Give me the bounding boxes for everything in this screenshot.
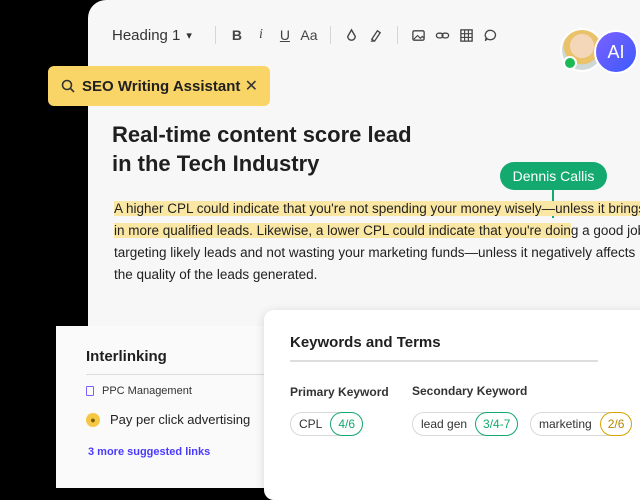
- keyword-score: 4/6: [330, 412, 364, 436]
- secondary-keyword-label: Secondary Keyword: [412, 384, 528, 398]
- toolbar-divider: [214, 26, 216, 44]
- keyword-score: 2/6: [599, 412, 633, 436]
- text-line: A higher CPL could indicate that you're …: [114, 198, 640, 220]
- lightbulb-icon: ●: [86, 412, 100, 427]
- keyword-chip[interactable]: lead gen 3/4-7: [412, 412, 519, 436]
- document-body[interactable]: A higher CPL could indicate that you're …: [114, 198, 640, 286]
- keyword-chip[interactable]: CPL 4/6: [290, 412, 364, 436]
- divider: [290, 360, 598, 362]
- body-text: g a good job: [570, 223, 640, 238]
- seo-writing-assistant-pill[interactable]: SEO Writing Assistant ✕: [48, 66, 270, 106]
- ai-avatar[interactable]: AI: [594, 30, 638, 74]
- underline-button[interactable]: U: [273, 23, 297, 47]
- chevron-down-icon: ▾: [186, 29, 192, 42]
- keyword-term: marketing: [539, 417, 592, 431]
- table-icon[interactable]: [455, 23, 479, 47]
- primary-keyword-label: Primary Keyword: [290, 385, 389, 399]
- heading-style-label: Heading 1: [112, 26, 181, 44]
- keyword-score: 3/4-7: [475, 412, 519, 436]
- link-icon[interactable]: [431, 23, 455, 47]
- interlinking-title: Interlinking: [86, 348, 167, 365]
- linked-document[interactable]: PPC Management: [86, 385, 192, 397]
- text-line: in more qualified leads. Likewise, a low…: [114, 220, 640, 242]
- highlighted-text: A higher CPL could indicate that you're …: [114, 201, 640, 216]
- text-case-button[interactable]: Aa: [297, 23, 321, 47]
- more-suggested-links-link[interactable]: 3 more suggested links: [88, 446, 210, 458]
- title-line: Real-time content score lead: [112, 122, 412, 147]
- bold-button[interactable]: B: [225, 23, 249, 47]
- keyword-term: CPL: [299, 417, 323, 431]
- keywords-card: Keywords and Terms Primary Keyword Secon…: [264, 310, 640, 500]
- image-icon[interactable]: [407, 23, 431, 47]
- formatting-toolbar: Heading 1 ▾ B i U Aa: [112, 22, 503, 48]
- collaborator-avatars: AI: [560, 26, 640, 74]
- keywords-title: Keywords and Terms: [290, 334, 441, 351]
- collaborator-cursor-label: Dennis Callis: [500, 162, 607, 190]
- heading-style-dropdown[interactable]: Heading 1 ▾: [112, 27, 192, 44]
- text-line: the quality of the leads generated.: [114, 267, 318, 282]
- highlighted-text: in more qualified leads. Likewise, a low…: [114, 223, 571, 238]
- suggested-link-label: Pay per click advertising: [110, 412, 251, 427]
- title-line: in the Tech Industry: [112, 151, 320, 176]
- ink-icon[interactable]: [340, 23, 364, 47]
- text-line: targeting likely leads and not wasting y…: [114, 245, 636, 260]
- search-icon: [61, 79, 75, 93]
- highlighter-icon[interactable]: [364, 23, 388, 47]
- close-icon[interactable]: ✕: [245, 76, 258, 96]
- toolbar-divider: [396, 26, 398, 44]
- comment-icon[interactable]: [479, 23, 503, 47]
- document-title[interactable]: Real-time content score lead in the Tech…: [112, 120, 442, 178]
- keyword-term: lead gen: [421, 417, 468, 431]
- interlinking-card: Interlinking PPC Management ● Pay per cl…: [56, 326, 316, 488]
- suggested-link[interactable]: ● Pay per click advertising: [86, 412, 250, 427]
- seo-assistant-label: SEO Writing Assistant: [82, 77, 241, 95]
- linked-document-label: PPC Management: [102, 385, 192, 397]
- online-status-icon: [563, 56, 577, 70]
- toolbar-divider: [329, 26, 331, 44]
- keyword-chip[interactable]: marketing 2/6: [530, 412, 633, 436]
- italic-button[interactable]: i: [249, 23, 273, 47]
- document-icon: [86, 386, 94, 396]
